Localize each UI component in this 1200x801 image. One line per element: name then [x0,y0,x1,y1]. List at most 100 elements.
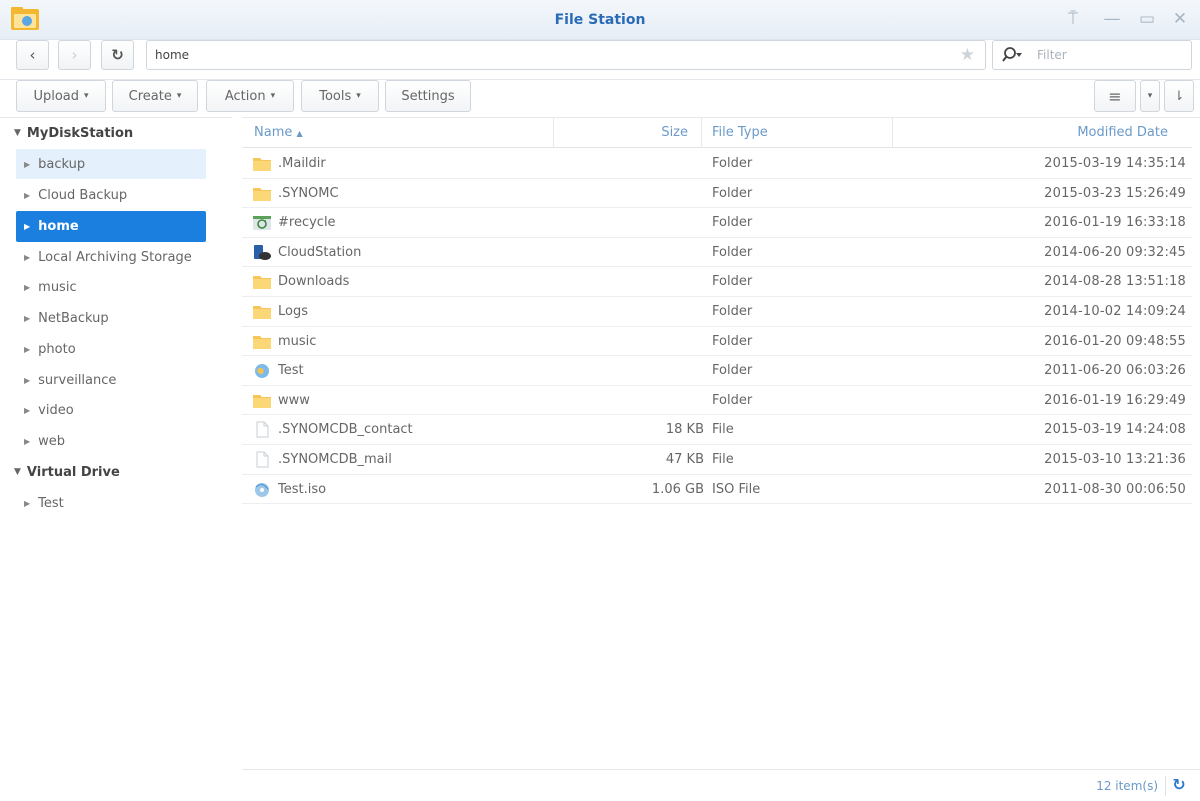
refresh-button[interactable]: ↻ [101,40,134,70]
column-divider[interactable] [892,118,893,148]
file-name: CloudStation [278,244,362,260]
caret-down-icon: ▾ [1147,91,1153,101]
table-row[interactable]: CloudStation Folder 2014-06-20 09:32:45 [242,238,1192,268]
sidebar-item-netbackup[interactable]: ▶ NetBackup [16,303,206,333]
sidebar-item-label: Local Archiving Storage [38,249,192,265]
column-header-name[interactable]: Name ▲ [254,118,303,148]
recycle-bin-icon [252,214,272,231]
triangle-right-icon: ▶ [24,252,31,262]
star-icon[interactable]: ★ [960,45,975,65]
file-type: File [712,452,734,467]
sort-asc-icon: ▲ [296,129,303,138]
action-button[interactable]: Action ▾ [206,80,294,112]
globe-icon [252,362,272,379]
column-header-label: Name [254,125,293,140]
column-header-label: Size [661,125,688,140]
filter-input[interactable] [1037,46,1187,64]
settings-label: Settings [401,88,455,104]
create-label: Create [128,88,172,104]
column-header-type[interactable]: File Type [712,118,768,148]
chevron-right-icon: › [71,46,78,64]
sort-icon: ⇂ [1173,88,1185,104]
upload-button[interactable]: Upload ▾ [16,80,106,112]
maximize-icon[interactable]: ▭ [1137,9,1157,29]
toolbar: Upload ▾ Create ▾ Action ▾ Tools ▾ Settings … [0,79,1200,117]
file-icon [252,451,272,468]
triangle-right-icon: ▶ [24,222,31,231]
table-row[interactable]: .SYNOMCDB_mail 47 KB File 2015-03-10 13:21:… [242,445,1192,475]
settings-button[interactable]: Settings [385,80,471,112]
file-name: Test.iso [278,481,327,497]
caret-down-icon: ▾ [176,91,182,101]
folder-icon [252,185,272,202]
triangle-right-icon: ▶ [24,313,31,323]
table-row[interactable]: .SYNOMCDB_contact 18 KB File 2015-03-19 14:… [242,415,1192,445]
file-name: .SYNOMCDB_contact [278,422,413,438]
file-name: Test [278,363,304,379]
sidebar-item-backup[interactable]: ▶ backup [16,149,206,179]
create-button[interactable]: Create ▾ [112,80,198,112]
list-header: Name ▲ Size File Type Modified Date [242,118,1192,148]
file-type: ISO File [712,481,761,497]
column-header-size[interactable]: Size [661,118,688,148]
sidebar-item-test[interactable]: ▶ Test [16,488,206,518]
file-name: .Maildir [278,156,326,171]
file-modified-date: 2016-01-19 16:29:49 [1044,392,1186,408]
tools-button[interactable]: Tools ▾ [301,80,379,112]
table-row[interactable]: Downloads Folder 2014-08-28 13:51:18 [242,267,1192,297]
sidebar-item-label: web [38,433,66,449]
table-row[interactable]: www Folder 2016-01-19 16:29:49 [242,386,1192,416]
sidebar-item-home[interactable]: ▶ home [16,211,206,242]
sidebar-item-label: Cloud Backup [38,187,128,203]
column-divider[interactable] [701,118,702,148]
file-size: 18 KB [665,422,704,438]
file-name: www [278,392,310,408]
sidebar-item-local-archiving-storage[interactable]: ▶ Local Archiving Storage [16,242,206,272]
sidebar-item-video[interactable]: ▶ video [16,395,206,425]
sidebar-item-photo[interactable]: ▶ photo [16,334,206,364]
filter-box[interactable] [992,40,1192,70]
table-row[interactable]: Test Folder 2011-06-20 06:03:26 [242,356,1192,386]
tree-root-virtual-drive[interactable]: ▼ Virtual Drive [14,458,120,486]
tree-root-label: Virtual Drive [26,464,120,480]
folder-icon [252,273,272,290]
refresh-icon[interactable]: ↻ [1170,776,1188,794]
pin-icon[interactable]: ⍑ [1063,9,1083,29]
table-row[interactable]: music Folder 2016-01-20 09:48:55 [242,327,1192,357]
file-size: 1.06 GB [651,481,704,497]
sidebar-item-web[interactable]: ▶ web [16,426,206,456]
window-title: File Station [554,12,646,28]
sidebar-item-label: Test [38,495,64,511]
sort-button[interactable]: ⇂ [1164,80,1194,112]
view-dropdown-button[interactable]: ▾ [1140,80,1160,112]
list-view-button[interactable]: ≡ [1094,80,1136,112]
path-text: home [155,48,190,62]
back-button[interactable]: ‹ [16,40,49,70]
folder-icon [252,155,272,172]
tree-root-mydiskstation[interactable]: ▼ MyDiskStation [14,119,133,147]
column-header-label: Modified Date [1077,125,1168,140]
file-type: Folder [712,363,753,379]
minimize-icon[interactable]: — [1102,9,1122,29]
tools-label: Tools [319,88,352,104]
folder-icon [252,303,272,320]
sidebar: ▼ MyDiskStation ▶ backup ▶ Cloud Backup ▶ h… [0,117,232,801]
path-bar[interactable]: home ★ [146,40,986,70]
table-row[interactable]: .SYNOMC Folder 2015-03-23 15:26:49 [242,179,1192,209]
file-modified-date: 2015-03-10 13:21:36 [1044,452,1186,467]
sidebar-item-music[interactable]: ▶ music [16,272,206,302]
search-icon[interactable] [1002,45,1022,65]
sidebar-item-surveillance[interactable]: ▶ surveillance [16,365,206,395]
column-header-date[interactable]: Modified Date [1077,118,1168,148]
table-row[interactable]: Logs Folder 2014-10-02 14:09:24 [242,297,1192,327]
close-icon[interactable]: ✕ [1170,9,1190,29]
table-row[interactable]: .Maildir Folder 2015-03-19 14:35:14 [242,149,1192,179]
table-row[interactable]: #recycle Folder 2016-01-19 16:33:18 [242,208,1192,238]
file-type: File [712,422,734,438]
forward-button[interactable]: › [58,40,91,70]
column-divider[interactable] [553,118,554,148]
sidebar-item-cloud-backup[interactable]: ▶ Cloud Backup [16,180,206,210]
table-row[interactable]: Test.iso 1.06 GB ISO File 2011-08-30 00:06:… [242,475,1192,505]
file-modified-date: 2015-03-23 15:26:49 [1044,185,1186,201]
file-modified-date: 2011-06-20 06:03:26 [1044,363,1186,379]
